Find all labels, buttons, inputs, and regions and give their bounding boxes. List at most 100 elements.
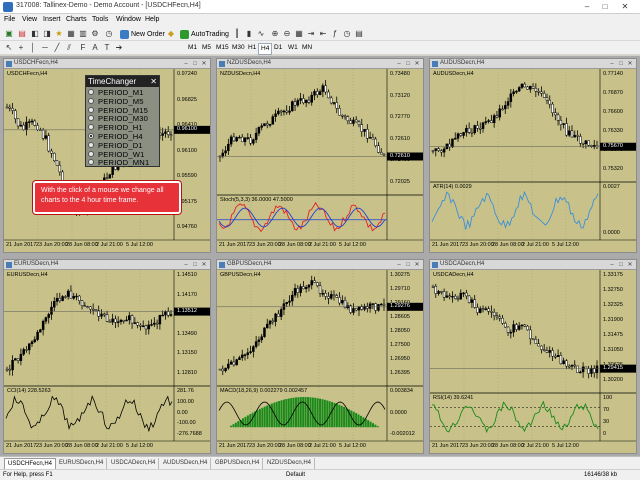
chart-window-3[interactable]: AUDUSDecn,H4 – □ ✕ AUDUSDecn,H4 ATR(14) 0.002… (429, 58, 637, 253)
bar-chart-icon[interactable]: ┃ (232, 29, 242, 39)
history-icon[interactable]: ◷ (104, 29, 114, 39)
profiles-icon[interactable]: ▤ (17, 29, 27, 39)
timechanger-panel[interactable]: TimeChanger ✕ PERIOD_M1 PERIOD_M5 PERIOD_M… (85, 75, 160, 167)
minimize-button[interactable]: – (580, 1, 594, 13)
tf-d1[interactable]: D1 (272, 43, 284, 53)
chart-window-title[interactable]: USDCADecn,H4 – □ ✕ (430, 260, 636, 270)
tile-windows-icon[interactable]: ▦ (294, 29, 304, 39)
chart-maximize-icon[interactable]: □ (617, 60, 625, 68)
radio-icon[interactable] (88, 115, 94, 122)
chart-minimize-icon[interactable]: – (608, 60, 616, 68)
chart-close-icon[interactable]: ✕ (626, 261, 634, 269)
chart-maximize-icon[interactable]: □ (191, 261, 199, 269)
chart-maximize-icon[interactable]: □ (617, 261, 625, 269)
data-window-icon[interactable]: ◨ (42, 29, 52, 39)
chart-window-title[interactable]: NZDUSDecn,H4 – □ ✕ (217, 59, 423, 69)
period-option-h1[interactable]: PERIOD_H1 (88, 123, 158, 132)
strategy-tester-icon[interactable]: ▥ (78, 29, 88, 39)
maximize-button[interactable]: □ (598, 1, 612, 13)
zoom-in-icon[interactable]: ⊕ (270, 29, 280, 39)
period-option-m5[interactable]: PERIOD_M5 (88, 97, 158, 106)
radio-icon[interactable] (88, 159, 94, 166)
text-label-icon[interactable]: T (102, 43, 112, 53)
radio-icon[interactable] (88, 150, 94, 157)
autotrading-button[interactable]: AutoTrading (178, 28, 230, 40)
chart-minimize-icon[interactable]: – (608, 261, 616, 269)
close-button[interactable]: ✕ (618, 1, 632, 13)
tab-audusd[interactable]: AUDUSDecn,H4 (160, 458, 212, 469)
tf-m1[interactable]: M1 (186, 43, 199, 53)
periods-icon[interactable]: ◷ (342, 29, 352, 39)
equidistant-channel-icon[interactable]: ⫽ (64, 43, 74, 53)
period-option-m30[interactable]: PERIOD_M30 (88, 114, 158, 123)
market-watch-icon[interactable]: ◧ (30, 29, 40, 39)
radio-icon[interactable] (88, 106, 94, 113)
chart-canvas[interactable] (430, 69, 636, 252)
arrows-icon[interactable]: ➔ (114, 43, 124, 53)
new-chart-icon[interactable]: ▣ (4, 29, 14, 39)
chart-close-icon[interactable]: ✕ (413, 60, 421, 68)
vertical-line-icon[interactable]: │ (28, 43, 38, 53)
chart-close-icon[interactable]: ✕ (200, 60, 208, 68)
period-option-h4[interactable]: PERIOD_H4 (88, 132, 158, 141)
text-icon[interactable]: A (90, 43, 100, 53)
menu-window[interactable]: Window (116, 16, 141, 23)
chart-window-title[interactable]: AUDUSDecn,H4 – □ ✕ (430, 59, 636, 69)
cursor-icon[interactable]: ↖ (4, 43, 14, 53)
chart-window-4[interactable]: EURUSDecn,H4 – □ ✕ EURUSDecn,H4 CCI(14) 228.5… (3, 259, 211, 454)
tab-eurusd[interactable]: EURUSDecn,H4 (56, 458, 108, 469)
period-option-d1[interactable]: PERIOD_D1 (88, 141, 158, 150)
menu-insert[interactable]: Insert (43, 16, 61, 23)
templates-icon[interactable]: ▤ (354, 29, 364, 39)
timechanger-title[interactable]: TimeChanger ✕ (86, 76, 159, 87)
menu-charts[interactable]: Charts (66, 16, 87, 23)
chart-window-title[interactable]: USDCHFecn,H4 – □ ✕ (4, 59, 210, 69)
tf-h4[interactable]: H4 (258, 43, 273, 55)
terminal-icon[interactable]: ▦ (66, 29, 76, 39)
timechanger-close-icon[interactable]: ✕ (150, 76, 157, 87)
chart-minimize-icon[interactable]: – (395, 60, 403, 68)
chart-close-icon[interactable]: ✕ (413, 261, 421, 269)
chart-close-icon[interactable]: ✕ (626, 60, 634, 68)
radio-icon[interactable] (88, 133, 94, 139)
chart-close-icon[interactable]: ✕ (200, 261, 208, 269)
radio-icon[interactable] (88, 141, 94, 148)
tf-mn[interactable]: MN (300, 43, 314, 53)
horizontal-line-icon[interactable]: ─ (40, 43, 50, 53)
crosshair-icon[interactable]: + (16, 43, 26, 53)
tab-usdchf[interactable]: USDCHFecn,H4 (4, 458, 57, 469)
chart-maximize-icon[interactable]: □ (191, 60, 199, 68)
period-option-w1[interactable]: PERIOD_W1 (88, 150, 158, 159)
menu-tools[interactable]: Tools (92, 16, 108, 23)
chart-window-2[interactable]: NZDUSDecn,H4 – □ ✕ NZDUSDecn,H4 Stoch(5,3,3) … (216, 58, 424, 253)
fibonacci-icon[interactable]: F (78, 43, 88, 53)
chart-minimize-icon[interactable]: – (182, 261, 190, 269)
period-option-mn1[interactable]: PERIOD_MN1 (88, 158, 158, 167)
chart-shift-icon[interactable]: ⇤ (318, 29, 328, 39)
menu-help[interactable]: Help (145, 16, 159, 23)
chart-minimize-icon[interactable]: – (182, 60, 190, 68)
tab-nzdusd[interactable]: NZDUSDecn,H4 (264, 458, 316, 469)
autoscroll-icon[interactable]: ⇥ (306, 29, 316, 39)
chart-maximize-icon[interactable]: □ (404, 60, 412, 68)
menu-file[interactable]: File (4, 16, 15, 23)
period-option-m15[interactable]: PERIOD_M15 (88, 106, 158, 115)
tab-usdcad[interactable]: USDCADecn,H4 (108, 458, 160, 469)
trendline-icon[interactable]: ╱ (52, 43, 62, 53)
chart-maximize-icon[interactable]: □ (404, 261, 412, 269)
candlestick-icon[interactable]: ▮ (244, 29, 254, 39)
menu-view[interactable]: View (22, 16, 37, 23)
chart-window-6[interactable]: USDCADecn,H4 – □ ✕ USDCADecn,H4 RSI(14) 39.62… (429, 259, 637, 454)
zoom-out-icon[interactable]: ⊖ (282, 29, 292, 39)
metaeditor-icon[interactable]: ◆ (166, 29, 176, 39)
tab-gbpusd[interactable]: GBPUSDecn,H4 (212, 458, 264, 469)
tf-m5[interactable]: M5 (200, 43, 213, 53)
indicators-icon[interactable]: ƒ (330, 29, 340, 39)
chart-window-title[interactable]: EURUSDecn,H4 – □ ✕ (4, 260, 210, 270)
chart-minimize-icon[interactable]: – (395, 261, 403, 269)
tf-w1[interactable]: W1 (286, 43, 300, 53)
chart-window-title[interactable]: GBPUSDecn,H4 – □ ✕ (217, 260, 423, 270)
chart-window-5[interactable]: GBPUSDecn,H4 – □ ✕ GBPUSDecn,H4 MACD(18,26,9)… (216, 259, 424, 454)
radio-icon[interactable] (88, 124, 94, 131)
settings-icon[interactable]: ⚙ (90, 29, 100, 39)
